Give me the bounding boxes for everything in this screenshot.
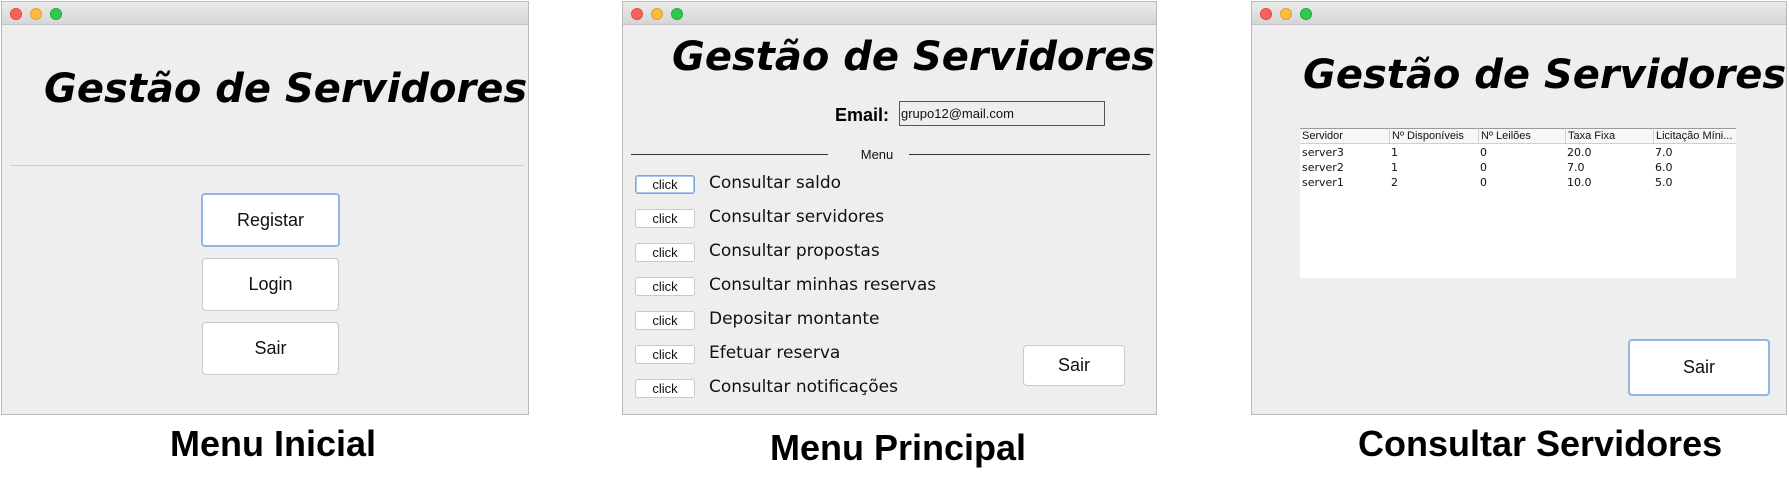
app-title: Gestão de Servidores <box>1303 52 1787 98</box>
column-header[interactable]: Taxa Fixa <box>1565 128 1653 144</box>
click-button[interactable]: click <box>635 345 695 364</box>
click-button[interactable]: click <box>635 243 695 262</box>
window-titlebar <box>2 2 528 25</box>
window-menu-inicial: Gestão de Servidores Registar Login Sair <box>1 1 529 415</box>
sair-button[interactable]: Sair <box>1023 345 1125 386</box>
window-titlebar <box>623 2 1156 25</box>
menu-separator-left <box>631 154 828 155</box>
menu-separator-right <box>909 154 1150 155</box>
sair-button[interactable]: Sair <box>1628 339 1770 396</box>
table-cell: 10.0 <box>1567 176 1592 189</box>
menu-item-label: Efetuar reserva <box>709 343 841 363</box>
minimize-window-icon[interactable] <box>1280 8 1292 20</box>
zoom-window-icon[interactable] <box>1300 8 1312 20</box>
email-label: Email: <box>835 105 890 125</box>
table-cell: 0 <box>1480 146 1487 159</box>
table-cell: 6.0 <box>1655 161 1673 174</box>
zoom-window-icon[interactable] <box>50 8 62 20</box>
window-consultar-servidores: Gestão de Servidores Servidor Nº Disponí… <box>1251 1 1787 415</box>
menu-item-label: Consultar servidores <box>709 207 885 227</box>
window-menu-principal: Gestão de Servidores Email: Menu click C… <box>622 1 1157 415</box>
table-cell: 0 <box>1480 161 1487 174</box>
app-title: Gestão de Servidores <box>44 66 528 112</box>
app-title: Gestão de Servidores <box>672 34 1156 80</box>
close-window-icon[interactable] <box>631 8 643 20</box>
close-window-icon[interactable] <box>10 8 22 20</box>
click-button[interactable]: click <box>635 277 695 296</box>
close-window-icon[interactable] <box>1260 8 1272 20</box>
table-cell: server1 <box>1302 176 1344 189</box>
click-button[interactable]: click <box>635 175 695 194</box>
caption-menu-inicial: Menu Inicial <box>170 423 377 464</box>
menu-item-label: Consultar minhas reservas <box>709 275 937 295</box>
table-cell: 5.0 <box>1655 176 1673 189</box>
window-titlebar <box>1252 2 1786 25</box>
sair-button[interactable]: Sair <box>202 322 339 375</box>
table-cell: server2 <box>1302 161 1344 174</box>
minimize-window-icon[interactable] <box>651 8 663 20</box>
login-button[interactable]: Login <box>202 258 339 311</box>
table-cell: 2 <box>1391 176 1398 189</box>
menu-section-label: Menu <box>860 147 894 162</box>
column-header[interactable]: Nº Disponíveis <box>1389 128 1478 144</box>
email-field[interactable] <box>899 101 1105 126</box>
table-cell: 1 <box>1391 161 1398 174</box>
zoom-window-icon[interactable] <box>671 8 683 20</box>
minimize-window-icon[interactable] <box>30 8 42 20</box>
caption-menu-principal: Menu Principal <box>770 427 1027 468</box>
table-cell: 1 <box>1391 146 1398 159</box>
menu-item-label: Depositar montante <box>709 309 880 329</box>
divider <box>10 165 524 166</box>
table-cell: 7.0 <box>1567 161 1585 174</box>
click-button[interactable]: click <box>635 311 695 330</box>
caption-consultar-servidores: Consultar Servidores <box>1358 423 1723 464</box>
column-header[interactable]: Servidor <box>1300 128 1389 144</box>
menu-item-label: Consultar saldo <box>709 173 842 193</box>
click-button[interactable]: click <box>635 379 695 398</box>
servers-table[interactable]: Servidor Nº Disponíveis Nº Leilões Taxa … <box>1300 128 1736 278</box>
table-cell: 7.0 <box>1655 146 1673 159</box>
menu-item-label: Consultar notificações <box>709 377 898 397</box>
table-cell: 0 <box>1480 176 1487 189</box>
menu-item-label: Consultar propostas <box>709 241 880 261</box>
table-cell: 20.0 <box>1567 146 1592 159</box>
column-header[interactable]: Nº Leilões <box>1478 128 1565 144</box>
table-cell: server3 <box>1302 146 1344 159</box>
click-button[interactable]: click <box>635 209 695 228</box>
column-header[interactable]: Licitação Míni... <box>1653 128 1736 144</box>
registar-button[interactable]: Registar <box>201 193 340 247</box>
